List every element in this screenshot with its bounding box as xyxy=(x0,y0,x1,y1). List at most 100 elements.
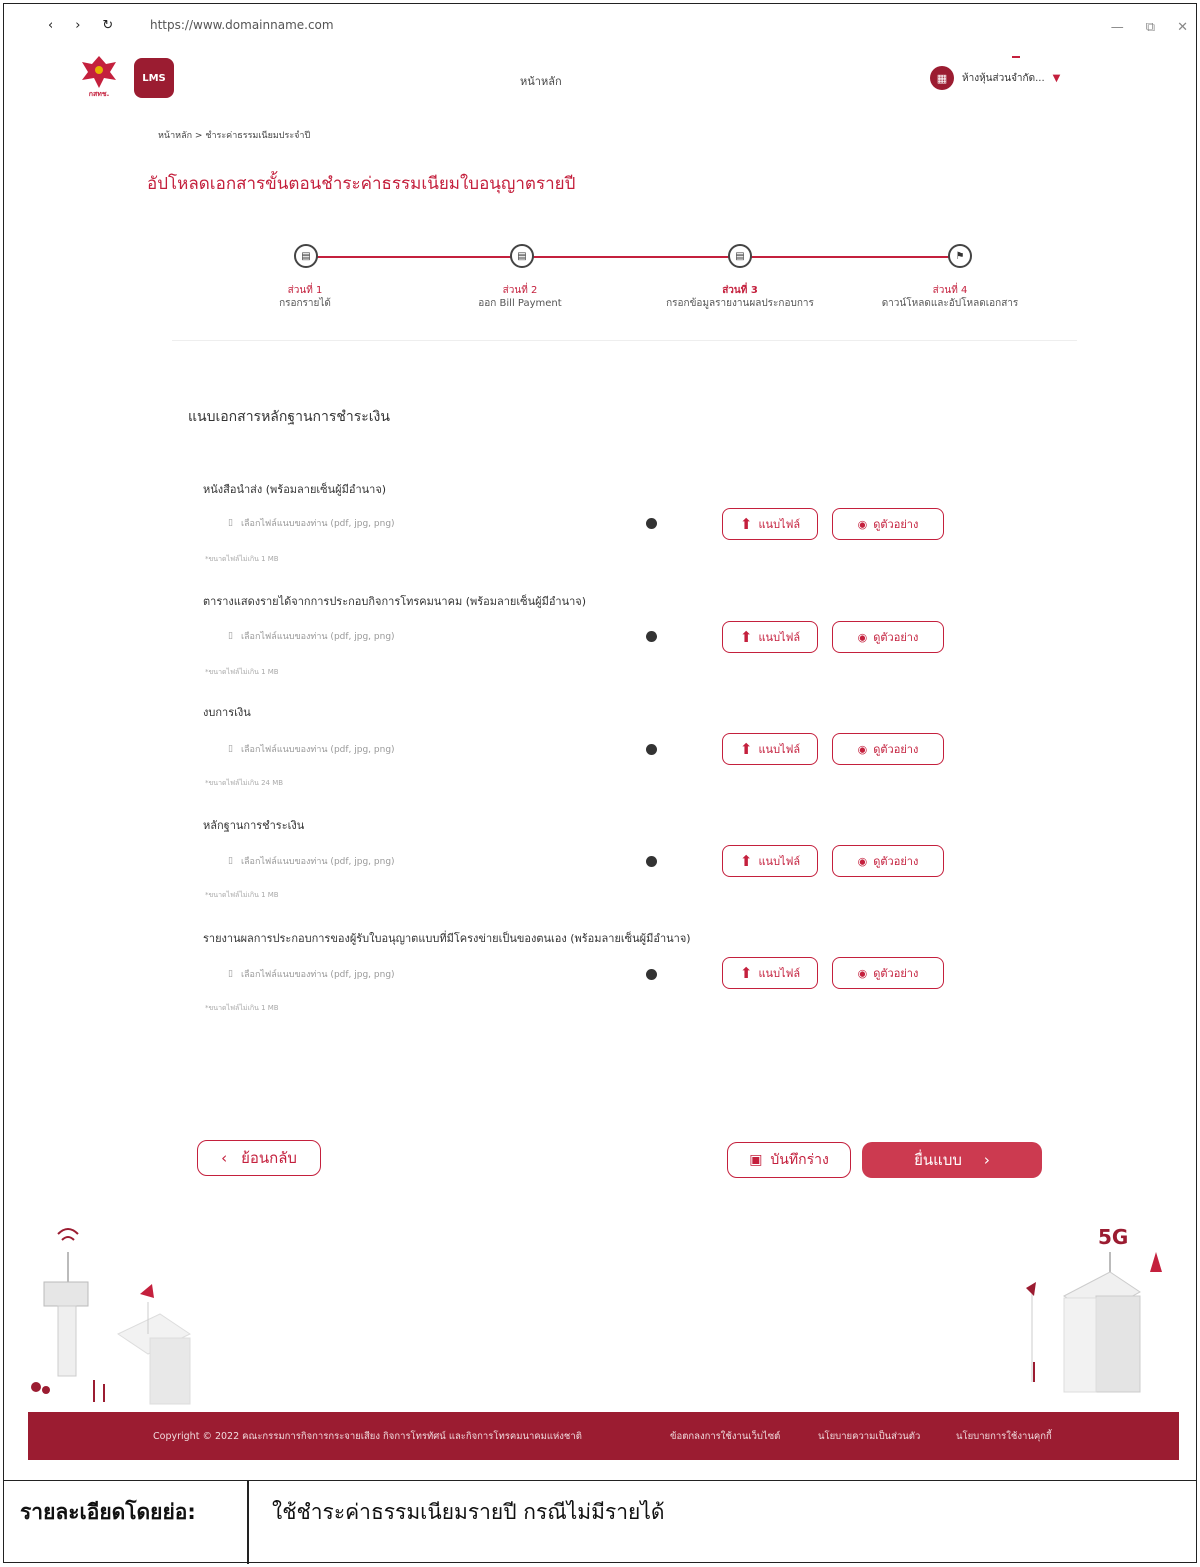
footer: Copyright © 2022 คณะกรรมการกิจการกระจายเ… xyxy=(28,1412,1179,1460)
eye-icon: ◉ xyxy=(857,630,868,644)
back-button[interactable]: ‹ ย้อนกลับ xyxy=(197,1140,321,1176)
step-3-name: กรอกข้อมูลรายงานผลประกอบการ xyxy=(666,298,814,309)
breadcrumb: หน้าหลัก > ชำระค่าธรรมเนียมประจำปี xyxy=(158,128,310,142)
save-draft-button[interactable]: ▣ บันทึกร่าง xyxy=(727,1142,851,1178)
building-right-icon: 5G xyxy=(1026,1225,1162,1393)
clear-icon[interactable] xyxy=(646,744,657,755)
file-size-hint: *ขนาดไฟล์ไม่เกิน 1 MB xyxy=(205,555,279,563)
nav-home-link[interactable]: หน้าหลัก xyxy=(520,72,562,90)
section-title: แนบเอกสารหลักฐานการชำระเงิน xyxy=(188,409,390,425)
step-2-name: ออก Bill Payment xyxy=(478,298,562,309)
svg-text:กสทช.: กสทช. xyxy=(89,90,110,98)
step-4-number: ส่วนที่ 4 xyxy=(932,285,968,296)
step-4: ส่วนที่ 4 ดาวน์โหลดและอัปโหลดเอกสาร xyxy=(850,284,1050,310)
breadcrumb-current: ชำระค่าธรรมเนียมประจำปี xyxy=(205,131,311,141)
file-placeholder: เลือกไฟล์แนบของท่าน (pdf, jpg, png) xyxy=(240,745,395,755)
minimize-icon[interactable]: — xyxy=(1111,20,1124,35)
trees-icon xyxy=(31,1380,105,1402)
doc-label: หลักฐานการชำระเงิน xyxy=(203,819,305,832)
notification-dash xyxy=(1012,56,1020,58)
file-placeholder: เลือกไฟล์แนบของท่าน (pdf, jpg, png) xyxy=(240,632,395,642)
upload-button[interactable]: ⬆ แนบไฟล์ xyxy=(722,508,818,540)
step-4-flag-icon: ⚑ xyxy=(948,244,972,268)
eye-icon: ◉ xyxy=(857,854,868,868)
view-example-button[interactable]: ◉ ดูตัวอย่าง xyxy=(832,845,944,877)
clear-icon[interactable] xyxy=(646,969,657,980)
window-controls: — ⧉ ✕ xyxy=(1111,20,1188,35)
svg-text:5G: 5G xyxy=(1098,1225,1128,1249)
view-example-label: ดูตัวอย่าง xyxy=(873,518,919,531)
company-menu[interactable]: ▦ ห้างหุ้นส่วนจำกัด... ▼ xyxy=(930,66,1060,90)
upload-arrow-icon: ⬆ xyxy=(739,740,753,758)
file-input[interactable]: ▯ เลือกไฟล์แนบของท่าน (pdf, jpg, png) xyxy=(228,629,395,643)
step-3-number: ส่วนที่ 3 xyxy=(722,285,758,296)
paperclip-icon: ▯ xyxy=(228,856,233,866)
footer-copyright: Copyright © 2022 คณะกรรมการกิจการกระจายเ… xyxy=(153,1430,582,1442)
file-input[interactable]: ▯ เลือกไฟล์แนบของท่าน (pdf, jpg, png) xyxy=(228,967,395,981)
doc-label: งบการเงิน xyxy=(203,706,251,719)
upload-arrow-icon: ⬆ xyxy=(739,964,753,982)
view-example-button[interactable]: ◉ ดูตัวอย่าง xyxy=(832,733,944,765)
view-example-button[interactable]: ◉ ดูตัวอย่าง xyxy=(832,621,944,653)
clear-icon[interactable] xyxy=(646,856,657,867)
close-icon[interactable]: ✕ xyxy=(1177,20,1188,35)
upload-button[interactable]: ⬆ แนบไฟล์ xyxy=(722,845,818,877)
file-size-hint: *ขนาดไฟล์ไม่เกิน 1 MB xyxy=(205,891,279,899)
paperclip-icon: ▯ xyxy=(228,518,233,528)
back-label: ย้อนกลับ xyxy=(241,1149,297,1167)
upload-label: แนบไฟล์ xyxy=(758,743,801,756)
clear-icon[interactable] xyxy=(646,631,657,642)
doc-label: ตารางแสดงรายได้จากการประกอบกิจการโทรคมนา… xyxy=(203,595,587,608)
step-2-document-icon: ▤ xyxy=(510,244,534,268)
restore-icon[interactable]: ⧉ xyxy=(1146,20,1155,35)
doc-label: หนังสือนำส่ง (พร้อมลายเซ็นผู้มีอำนาจ) xyxy=(203,483,387,496)
file-input[interactable]: ▯ เลือกไฟล์แนบของท่าน (pdf, jpg, png) xyxy=(228,516,395,530)
view-example-label: ดูตัวอย่าง xyxy=(873,743,919,756)
step-2: ส่วนที่ 2 ออก Bill Payment xyxy=(450,284,590,310)
doc-label: รายงานผลการประกอบการของผู้รับใบอนุญาตแบบ… xyxy=(203,932,691,945)
chevron-left-icon: ‹ xyxy=(221,1149,228,1167)
view-example-button[interactable]: ◉ ดูตัวอย่าง xyxy=(832,508,944,540)
back-arrow-icon[interactable]: ‹ xyxy=(48,18,53,33)
view-example-label: ดูตัวอย่าง xyxy=(873,855,919,868)
footer-terms-link[interactable]: ข้อตกลงการใช้งานเว็บไซต์ xyxy=(670,1429,780,1444)
address-bar[interactable]: https://www.domainname.com xyxy=(150,18,334,32)
upload-label: แนบไฟล์ xyxy=(758,967,801,980)
page-title: อัปโหลดเอกสารขั้นตอนชำระค่าธรรมเนียมใบอน… xyxy=(147,174,576,194)
clear-icon[interactable] xyxy=(646,518,657,529)
step-1: ส่วนที่ 1 กรอกรายได้ xyxy=(240,284,370,310)
step-1-name: กรอกรายได้ xyxy=(279,298,331,309)
eye-icon: ◉ xyxy=(857,517,868,531)
file-input[interactable]: ▯ เลือกไฟล์แนบของท่าน (pdf, jpg, png) xyxy=(228,854,395,868)
file-size-hint: *ขนาดไฟล์ไม่เกิน 1 MB xyxy=(205,1004,279,1012)
lms-logo[interactable]: LMS xyxy=(134,58,174,98)
submit-label: ยื่นแบบ xyxy=(914,1151,962,1169)
view-example-button[interactable]: ◉ ดูตัวอย่าง xyxy=(832,957,944,989)
view-example-label: ดูตัวอย่าง xyxy=(873,967,919,980)
reload-icon[interactable]: ↻ xyxy=(102,18,113,33)
paperclip-icon: ▯ xyxy=(228,631,233,641)
breadcrumb-home[interactable]: หน้าหลัก xyxy=(158,131,192,141)
file-placeholder: เลือกไฟล์แนบของท่าน (pdf, jpg, png) xyxy=(240,970,395,980)
eye-icon: ◉ xyxy=(857,966,868,980)
upload-button[interactable]: ⬆ แนบไฟล์ xyxy=(722,957,818,989)
footer-cookies-link[interactable]: นโยบายการใช้งานคุกกี้ xyxy=(956,1429,1052,1444)
save-draft-label: บันทึกร่าง xyxy=(770,1152,829,1168)
footer-privacy-link[interactable]: นโยบายความเป็นส่วนตัว xyxy=(818,1429,920,1444)
submit-button[interactable]: ยื่นแบบ › xyxy=(862,1142,1042,1178)
upload-label: แนบไฟล์ xyxy=(758,855,801,868)
building-left-icon xyxy=(116,1284,192,1405)
summary-label: รายละเอียดโดยย่อ: xyxy=(20,1500,196,1524)
file-placeholder: เลือกไฟล์แนบของท่าน (pdf, jpg, png) xyxy=(240,857,395,867)
building-icon: ▦ xyxy=(930,66,954,90)
chevron-right-icon: › xyxy=(983,1151,990,1169)
eye-icon: ◉ xyxy=(857,742,868,756)
forward-arrow-icon[interactable]: › xyxy=(75,18,80,33)
file-input[interactable]: ▯ เลือกไฟล์แนบของท่าน (pdf, jpg, png) xyxy=(228,742,395,756)
upload-button[interactable]: ⬆ แนบไฟล์ xyxy=(722,733,818,765)
browser-bar: ‹ › ↻ https://www.domainname.com — ⧉ ✕ xyxy=(0,0,1200,50)
upload-button[interactable]: ⬆ แนบไฟล์ xyxy=(722,621,818,653)
step-1-number: ส่วนที่ 1 xyxy=(287,285,323,296)
step-2-number: ส่วนที่ 2 xyxy=(502,285,538,296)
caret-down-icon: ▼ xyxy=(1052,72,1061,84)
